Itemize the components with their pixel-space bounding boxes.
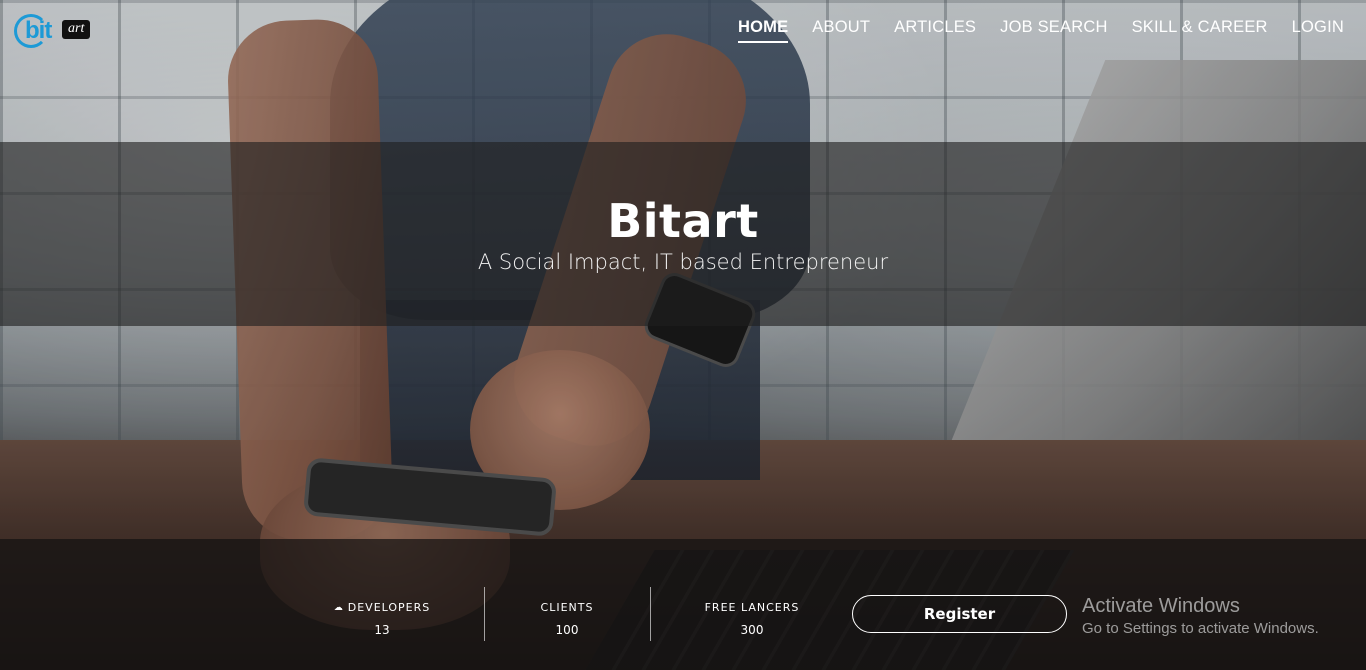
activate-windows-subtitle: Go to Settings to activate Windows. xyxy=(1082,620,1319,637)
stat-freelancers-value: 300 xyxy=(740,623,764,637)
nav-item-login[interactable]: LOGIN xyxy=(1292,18,1344,43)
stat-developers-label-row: ☁ DEVELOPERS xyxy=(302,601,462,614)
stat-divider xyxy=(484,587,485,641)
stat-developers: ☁ DEVELOPERS 13 xyxy=(302,601,462,637)
stat-clients-label: CLIENTS xyxy=(540,601,594,614)
stat-developers-label: DEVELOPERS xyxy=(347,601,431,614)
logo-mark: bit xyxy=(25,17,52,44)
stat-clients: CLIENTS 100 xyxy=(487,601,647,637)
activate-windows-title: Activate Windows xyxy=(1082,595,1240,617)
hero-title-band: Bitart A Social Impact, IT based Entrepr… xyxy=(0,142,1366,326)
stat-freelancers-label: FREE LANCERS xyxy=(704,601,800,614)
site-header: bit art HOME ABOUT ARTICLES JOB SEARCH S… xyxy=(0,0,1366,60)
hero-title: Bitart xyxy=(607,194,759,248)
site-logo[interactable]: bit art xyxy=(14,14,91,48)
stat-freelancers: FREE LANCERS 300 xyxy=(672,601,832,637)
register-button[interactable]: Register xyxy=(852,595,1067,633)
stats-bar: ☁ DEVELOPERS 13 CLIENTS 100 FREE LANCERS… xyxy=(0,539,1366,670)
nav-item-about[interactable]: ABOUT xyxy=(812,18,870,43)
hero-subtitle: A Social Impact, IT based Entrepreneur xyxy=(477,250,889,274)
stat-developers-value: 13 xyxy=(374,623,390,637)
nav-item-articles[interactable]: ARTICLES xyxy=(894,18,976,43)
developers-icon: ☁ xyxy=(333,602,344,613)
nav-item-home[interactable]: HOME xyxy=(737,18,789,43)
activate-windows-watermark: Activate Windows Go to Settings to activ… xyxy=(1082,595,1319,637)
logo-tag: art xyxy=(62,19,91,39)
nav-item-job-search[interactable]: JOB SEARCH xyxy=(1000,18,1107,43)
main-nav: HOME ABOUT ARTICLES JOB SEARCH SKILL & C… xyxy=(737,18,1344,43)
stat-clients-value: 100 xyxy=(555,623,579,637)
nav-item-skill-career[interactable]: SKILL & CAREER xyxy=(1132,18,1268,43)
stat-divider xyxy=(650,587,651,641)
